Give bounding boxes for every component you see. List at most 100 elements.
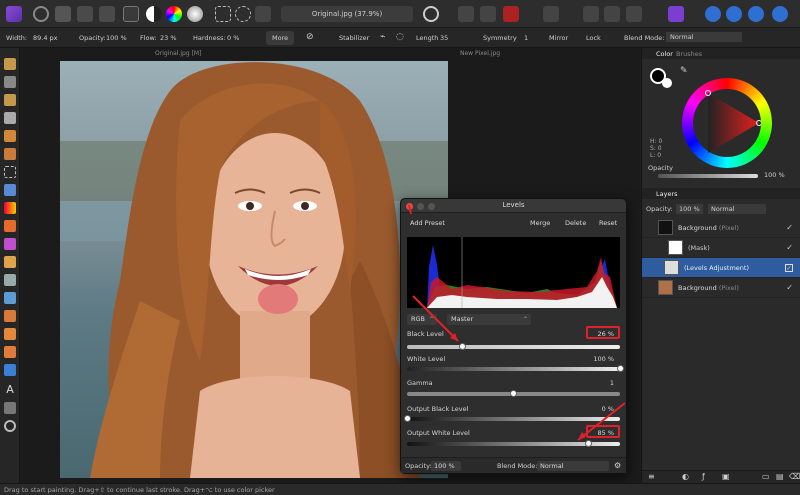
text-icon[interactable]: [626, 6, 642, 22]
adjustments-icon[interactable]: [123, 6, 139, 22]
selection-brush-icon[interactable]: [235, 6, 251, 22]
doc-tab-active[interactable]: Original.jpg [M]: [155, 50, 201, 57]
doc-tab-inactive[interactable]: New Pixel.jpg: [460, 50, 500, 57]
color-picker-tool-icon[interactable]: [4, 94, 16, 106]
channel-select[interactable]: RGB ⌃: [407, 314, 437, 325]
quick-mask-icon[interactable]: [255, 6, 271, 22]
lock-label[interactable]: Lock: [586, 34, 601, 42]
gamma-value[interactable]: 1: [610, 379, 614, 387]
merge-button[interactable]: Merge: [525, 217, 555, 230]
eyedropper-icon[interactable]: ✎: [680, 66, 688, 76]
length-value[interactable]: 35: [440, 34, 448, 42]
settings-gear-icon[interactable]: ⚙: [614, 461, 621, 470]
color-triangle[interactable]: [693, 89, 761, 157]
blend-mode-select[interactable]: Normal: [666, 32, 742, 42]
dodge-tool-icon[interactable]: [4, 292, 16, 304]
help-icon[interactable]: [726, 6, 742, 22]
reset-button[interactable]: Reset: [594, 217, 622, 230]
crop-tool-icon[interactable]: [4, 112, 16, 124]
layers-title[interactable]: Layers: [656, 190, 678, 198]
move-tool-icon[interactable]: [4, 76, 16, 88]
layer-row[interactable]: Background (Pixel) ✓: [642, 278, 800, 298]
hand-tool-icon[interactable]: [4, 58, 16, 70]
stabilizer-rope-icon[interactable]: ⌁: [380, 32, 385, 42]
document-title[interactable]: Original.jpg (37.9%): [281, 6, 413, 22]
opacity-value[interactable]: 100 %: [106, 34, 127, 42]
layer-row[interactable]: Background (Pixel) ✓: [642, 218, 800, 238]
selection-brush-tool-icon[interactable]: [4, 148, 16, 160]
layers-icon[interactable]: [705, 6, 721, 22]
color-opacity-value[interactable]: 100 %: [764, 171, 785, 179]
mask-layer-icon[interactable]: ▣: [722, 472, 730, 481]
tab-color[interactable]: Color: [656, 50, 673, 58]
persona-develop-icon[interactable]: [77, 6, 93, 22]
secondary-color-swatch[interactable]: [662, 78, 672, 88]
blur-tool-icon[interactable]: [4, 274, 16, 286]
layer-visible-checkbox[interactable]: ✓: [785, 264, 793, 272]
marquee-tool-icon[interactable]: [4, 166, 16, 178]
dodge-icon[interactable]: [604, 6, 620, 22]
levels-blend-select[interactable]: Normal: [537, 461, 609, 471]
hsl-icon[interactable]: [187, 6, 203, 22]
brush-icon[interactable]: ⊘: [306, 32, 314, 42]
persona-liquify-icon[interactable]: [55, 6, 71, 22]
smudge-tool-icon[interactable]: [4, 310, 16, 322]
levels-circle-icon[interactable]: [146, 6, 162, 22]
layers-blend-select[interactable]: Normal: [708, 204, 766, 214]
pen-tool-icon[interactable]: [4, 346, 16, 358]
layer-visible-checkbox[interactable]: ✓: [786, 243, 793, 252]
black-level-slider[interactable]: [407, 345, 620, 349]
color-wheel-icon[interactable]: [166, 6, 182, 22]
layer-stack-icon[interactable]: ≡: [648, 472, 655, 481]
studio-icon[interactable]: [668, 6, 684, 22]
clone-tool-icon[interactable]: [4, 238, 16, 250]
layer-fx-icon[interactable]: ƒ: [702, 472, 705, 481]
delete-button[interactable]: Delete: [560, 217, 591, 230]
app-logo-icon[interactable]: [6, 6, 22, 22]
mode-select[interactable]: Master ⌃: [447, 314, 531, 325]
erase-tool-icon[interactable]: [4, 256, 16, 268]
text-tool-icon[interactable]: A: [4, 384, 16, 396]
persona-photo-icon[interactable]: [33, 6, 49, 22]
folder-icon[interactable]: ▭: [762, 472, 770, 481]
transform-icon[interactable]: [480, 6, 496, 22]
erase-icon[interactable]: [583, 6, 599, 22]
color-opacity-slider[interactable]: [658, 174, 758, 178]
tab-brushes[interactable]: Brushes: [676, 50, 702, 58]
output-black-value[interactable]: 0 %: [602, 405, 614, 413]
assistant-icon[interactable]: [543, 6, 559, 22]
photo-canvas[interactable]: [60, 61, 448, 478]
brush-tool-icon[interactable]: [4, 220, 16, 232]
settings-icon[interactable]: [772, 6, 788, 22]
layer-row[interactable]: (Mask) ✓: [642, 238, 800, 258]
adjustment-layer-icon[interactable]: ◐: [682, 472, 689, 481]
new-layer-icon[interactable]: ▤: [776, 472, 784, 481]
white-level-thumb[interactable]: [616, 365, 624, 372]
flood-fill-tool-icon[interactable]: [4, 184, 16, 196]
align-icon[interactable]: [458, 6, 474, 22]
more-button[interactable]: More: [266, 31, 295, 45]
selection-icon[interactable]: [423, 6, 439, 22]
hardness-value[interactable]: 0 %: [227, 34, 239, 42]
share-icon[interactable]: [748, 6, 764, 22]
flow-value[interactable]: 23 %: [160, 34, 177, 42]
add-preset-button[interactable]: Add Preset: [405, 217, 450, 230]
gamma-thumb[interactable]: [510, 390, 517, 397]
layer-visible-checkbox[interactable]: ✓: [786, 223, 793, 232]
white-level-value[interactable]: 100 %: [593, 355, 614, 363]
output-white-thumb[interactable]: [584, 440, 592, 447]
layer-row-selected[interactable]: (Levels Adjustment) ✓: [642, 258, 800, 278]
layer-visible-checkbox[interactable]: ✓: [786, 283, 793, 292]
persona-export-icon[interactable]: [99, 6, 115, 22]
mirror-label[interactable]: Mirror: [549, 34, 568, 42]
selection-rect-icon[interactable]: [215, 6, 231, 22]
stabilizer-window-icon[interactable]: ◌: [396, 32, 404, 42]
gradient-tool-icon[interactable]: [4, 202, 16, 214]
width-value[interactable]: 89.4 px: [33, 34, 58, 42]
white-level-slider[interactable]: [407, 367, 620, 371]
output-black-slider[interactable]: [407, 417, 620, 421]
levels-opacity-value[interactable]: 100 %: [431, 461, 461, 471]
inpainting-tool-icon[interactable]: [4, 328, 16, 340]
snapping-icon[interactable]: [503, 6, 519, 22]
zoom-tool-icon[interactable]: [4, 420, 16, 432]
